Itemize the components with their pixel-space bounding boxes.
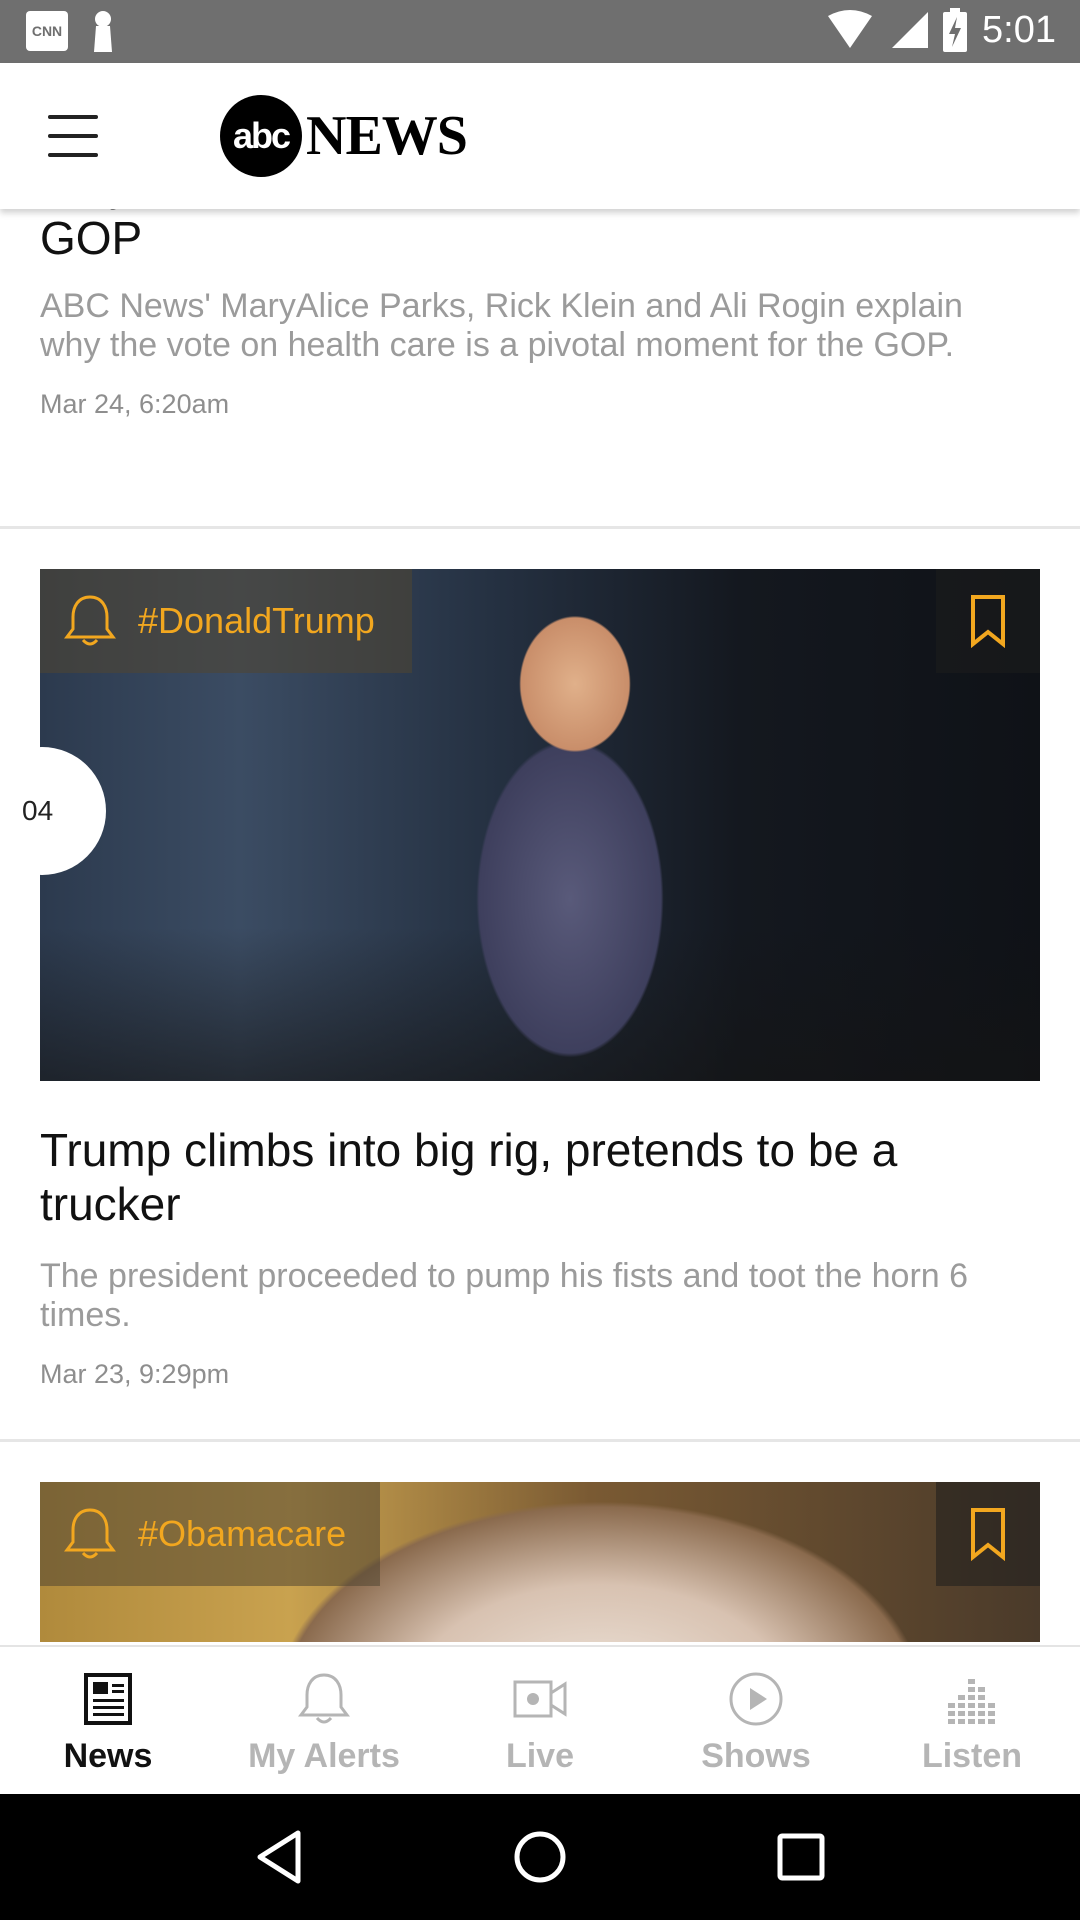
article-headline: Trump climbs into big rig, pretends to b… (40, 1124, 898, 1230)
system-navigation-bar (0, 1794, 1080, 1920)
hamburger-menu-icon[interactable] (40, 109, 106, 163)
news-feed[interactable]: Why the health care vote is crucial for … (0, 209, 1080, 1645)
nav-label: Shows (701, 1737, 811, 1775)
nav-label: News (63, 1737, 153, 1775)
bottom-navigation: News My Alerts Live Shows Listen (0, 1645, 1080, 1794)
play-icon (729, 1672, 783, 1726)
app-header: abc NEWS (0, 63, 1080, 209)
logo-mark: abc (220, 95, 302, 177)
nav-tab-live[interactable]: Live (432, 1647, 648, 1794)
nav-tab-news[interactable]: News (0, 1647, 216, 1794)
signal-icon (892, 12, 929, 48)
video-icon (513, 1680, 567, 1718)
article-summary: The president proceeded to pump his fist… (40, 1257, 969, 1334)
logo-text: NEWS (306, 105, 468, 167)
divider (0, 526, 1080, 529)
cnn-notification-icon: CNN (26, 11, 68, 51)
article-summary: ABC News' MaryAlice Parks, Rick Klein an… (40, 287, 963, 364)
newspaper-icon (84, 1673, 132, 1725)
equalizer-icon (948, 1679, 995, 1724)
bookmark-icon (971, 1508, 1005, 1561)
battery-charging-icon (943, 8, 968, 52)
topic-tag[interactable]: #Obamacare (40, 1482, 380, 1586)
bookmark-button[interactable] (936, 569, 1040, 673)
divider (0, 1439, 1080, 1442)
back-icon[interactable] (254, 1829, 304, 1885)
nav-label: My Alerts (248, 1737, 400, 1775)
recents-icon[interactable] (776, 1832, 826, 1882)
bell-icon (298, 1673, 350, 1724)
nav-tab-shows[interactable]: Shows (648, 1647, 864, 1794)
article-image[interactable]: #Obamacare (40, 1482, 1040, 1642)
article-timestamp: Mar 23, 9:29pm (40, 1359, 230, 1389)
status-bar: CNN 5:01 (0, 0, 1080, 63)
abc-news-logo: abc NEWS (220, 95, 468, 177)
bookmark-icon (971, 595, 1005, 648)
home-icon[interactable] (512, 1829, 568, 1885)
article-headline: Why the health care vote is crucial for … (40, 209, 884, 264)
nav-label: Live (505, 1737, 575, 1775)
keyhole-notification-icon (94, 11, 112, 52)
status-time: 5:01 (982, 8, 1056, 51)
nav-tab-my-alerts[interactable]: My Alerts (216, 1647, 432, 1794)
nav-label: Listen (921, 1737, 1023, 1775)
bookmark-button[interactable] (936, 1482, 1040, 1586)
wifi-icon (828, 10, 873, 48)
article-timestamp: Mar 24, 6:20am (40, 389, 230, 419)
topic-tag[interactable]: #DonaldTrump (40, 569, 412, 673)
nav-tab-listen[interactable]: Listen (864, 1647, 1080, 1794)
bell-icon (64, 1508, 116, 1559)
bell-icon (64, 595, 116, 646)
tag-label: #Obamacare (138, 1513, 347, 1554)
article-image[interactable]: #DonaldTrump (40, 569, 1040, 1081)
article-card[interactable]: Trump climbs into big rig, pretends to b… (0, 1123, 1080, 1390)
tag-label: #DonaldTrump (138, 600, 375, 641)
article-card[interactable]: Why the health care vote is crucial for … (0, 209, 1080, 420)
